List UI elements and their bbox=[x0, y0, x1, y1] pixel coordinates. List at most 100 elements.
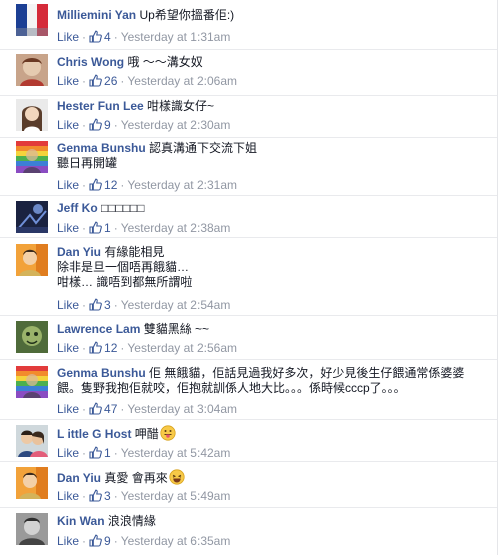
timestamp[interactable]: Yesterday at 6:35am bbox=[121, 534, 231, 548]
green-face-avatar-image bbox=[16, 321, 48, 353]
avatar[interactable] bbox=[16, 513, 48, 545]
thumbs-up-icon[interactable] bbox=[89, 74, 102, 90]
comment-text: 真愛 會再來 bbox=[104, 471, 168, 485]
thumbs-up-icon[interactable] bbox=[89, 118, 102, 134]
separator: · bbox=[113, 221, 118, 235]
like-count[interactable]: 1 bbox=[104, 221, 111, 235]
like-link[interactable]: Like bbox=[57, 402, 79, 416]
avatar[interactable] bbox=[16, 467, 48, 499]
avatar[interactable] bbox=[16, 425, 48, 457]
like-link[interactable]: Like bbox=[57, 298, 79, 312]
timestamp[interactable]: Yesterday at 1:31am bbox=[121, 30, 231, 44]
red-portrait-avatar-image bbox=[16, 54, 48, 86]
couple-avatar-image bbox=[16, 425, 48, 457]
timestamp[interactable]: Yesterday at 5:49am bbox=[121, 489, 231, 503]
comment-text: 聽日再開罐 bbox=[57, 156, 118, 170]
thumbs-up-icon[interactable] bbox=[89, 341, 102, 357]
separator: · bbox=[82, 118, 87, 132]
like-link[interactable]: Like bbox=[57, 178, 79, 192]
comment-item: Dan Yiu 真愛 會再來 Like · 3 · Yesterday at 5:49a… bbox=[0, 462, 497, 508]
comment-text: 咁樣識女仔~ bbox=[147, 99, 215, 113]
comment-item: L ittle G Host 呷醋 Like · 1 · Yesterday at 5:… bbox=[0, 420, 497, 462]
commenter-name[interactable]: Dan Yiu bbox=[57, 471, 101, 485]
separator: · bbox=[113, 30, 118, 44]
like-link[interactable]: Like bbox=[57, 221, 79, 235]
avatar[interactable] bbox=[16, 54, 48, 86]
orange-portrait-avatar-image bbox=[16, 467, 48, 499]
like-link[interactable]: Like bbox=[57, 118, 79, 132]
comment-list: Milliemini Yan Up希望你搵番佢:) Like · 4 · Yesterd… bbox=[0, 0, 498, 555]
comment-text: 浪浪情緣 bbox=[107, 514, 156, 528]
separator: · bbox=[82, 341, 87, 355]
timestamp[interactable]: Yesterday at 2:54am bbox=[121, 298, 231, 312]
commenter-name[interactable]: Kin Wan bbox=[57, 514, 105, 528]
commenter-name[interactable]: Genma Bunshu bbox=[57, 366, 146, 380]
like-count[interactable]: 47 bbox=[104, 402, 117, 416]
like-count[interactable]: 3 bbox=[104, 298, 111, 312]
avatar[interactable] bbox=[16, 141, 48, 173]
timestamp[interactable]: Yesterday at 2:56am bbox=[127, 341, 237, 355]
commenter-name[interactable]: Dan Yiu bbox=[57, 245, 101, 259]
thumbs-up-icon[interactable] bbox=[89, 298, 102, 314]
separator: · bbox=[120, 341, 125, 355]
avatar[interactable] bbox=[16, 366, 48, 398]
like-count[interactable]: 12 bbox=[104, 178, 117, 192]
comment-text: Up希望你搵番佢:) bbox=[139, 8, 235, 22]
separator: · bbox=[113, 534, 118, 548]
like-link[interactable]: Like bbox=[57, 341, 79, 355]
commenter-name[interactable]: Genma Bunshu bbox=[57, 141, 146, 155]
avatar[interactable] bbox=[16, 201, 48, 233]
like-link[interactable]: Like bbox=[57, 30, 79, 44]
separator: · bbox=[113, 489, 118, 503]
like-link[interactable]: Like bbox=[57, 446, 79, 460]
comment-text: 呷醋 bbox=[134, 427, 159, 441]
timestamp[interactable]: Yesterday at 2:31am bbox=[127, 178, 237, 192]
like-count[interactable]: 4 bbox=[104, 30, 111, 44]
commenter-name[interactable]: Hester Fun Lee bbox=[57, 99, 144, 113]
comment-item: Hester Fun Lee 咁樣識女仔~ Like · 9 · Yesterday a… bbox=[0, 96, 497, 138]
like-count[interactable]: 1 bbox=[104, 446, 111, 460]
commenter-name[interactable]: Milliemini Yan bbox=[57, 8, 136, 22]
separator: · bbox=[82, 178, 87, 192]
separator: · bbox=[120, 178, 125, 192]
avatar[interactable] bbox=[16, 244, 48, 276]
commenter-name[interactable]: Lawrence Lam bbox=[57, 322, 140, 336]
thumbs-up-icon[interactable] bbox=[89, 489, 102, 505]
timestamp[interactable]: Yesterday at 2:06am bbox=[127, 74, 237, 88]
separator: · bbox=[113, 446, 118, 460]
comment-text: 除非是旦一個唔再餓貓… bbox=[57, 260, 190, 274]
thumbs-up-icon[interactable] bbox=[89, 446, 102, 462]
like-count[interactable]: 3 bbox=[104, 489, 111, 503]
like-count[interactable]: 9 bbox=[104, 534, 111, 548]
thumbs-up-icon[interactable] bbox=[89, 221, 102, 237]
timestamp[interactable]: Yesterday at 3:04am bbox=[127, 402, 237, 416]
commenter-name[interactable]: Chris Wong bbox=[57, 55, 124, 69]
thumbs-up-icon[interactable] bbox=[89, 30, 102, 46]
commenter-name[interactable]: Jeff Ko bbox=[57, 201, 98, 215]
like-link[interactable]: Like bbox=[57, 489, 79, 503]
thumbs-up-icon[interactable] bbox=[89, 178, 102, 194]
timestamp[interactable]: Yesterday at 2:30am bbox=[121, 118, 231, 132]
commenter-name[interactable]: L ittle G Host bbox=[57, 427, 131, 441]
like-count[interactable]: 26 bbox=[104, 74, 117, 88]
like-link[interactable]: Like bbox=[57, 534, 79, 548]
thumbs-up-icon[interactable] bbox=[89, 402, 102, 418]
separator: · bbox=[113, 298, 118, 312]
timestamp[interactable]: Yesterday at 5:42am bbox=[121, 446, 231, 460]
separator: · bbox=[82, 402, 87, 416]
separator: · bbox=[120, 402, 125, 416]
avatar[interactable] bbox=[16, 321, 48, 353]
like-count[interactable]: 12 bbox=[104, 341, 117, 355]
comment-item: Genma Bunshu 認真溝通下交流下姐 聽日再開罐 Like · 12 · Yes… bbox=[0, 138, 497, 196]
like-count[interactable]: 9 bbox=[104, 118, 111, 132]
timestamp[interactable]: Yesterday at 2:38am bbox=[121, 221, 231, 235]
separator: · bbox=[82, 74, 87, 88]
like-link[interactable]: Like bbox=[57, 74, 79, 88]
thumbs-up-icon[interactable] bbox=[89, 534, 102, 550]
avatar[interactable] bbox=[16, 99, 48, 131]
avatar[interactable] bbox=[16, 4, 48, 36]
orange-portrait-avatar-image bbox=[16, 244, 48, 276]
comment-item: Kin Wan 浪浪情緣 Like · 9 · Yesterday at 6:35am bbox=[0, 508, 497, 555]
rainbow-avatar-image bbox=[16, 366, 48, 398]
comment-item: Chris Wong 哦 ～～溝女奴 Like · 26 · Yesterday at … bbox=[0, 50, 497, 96]
